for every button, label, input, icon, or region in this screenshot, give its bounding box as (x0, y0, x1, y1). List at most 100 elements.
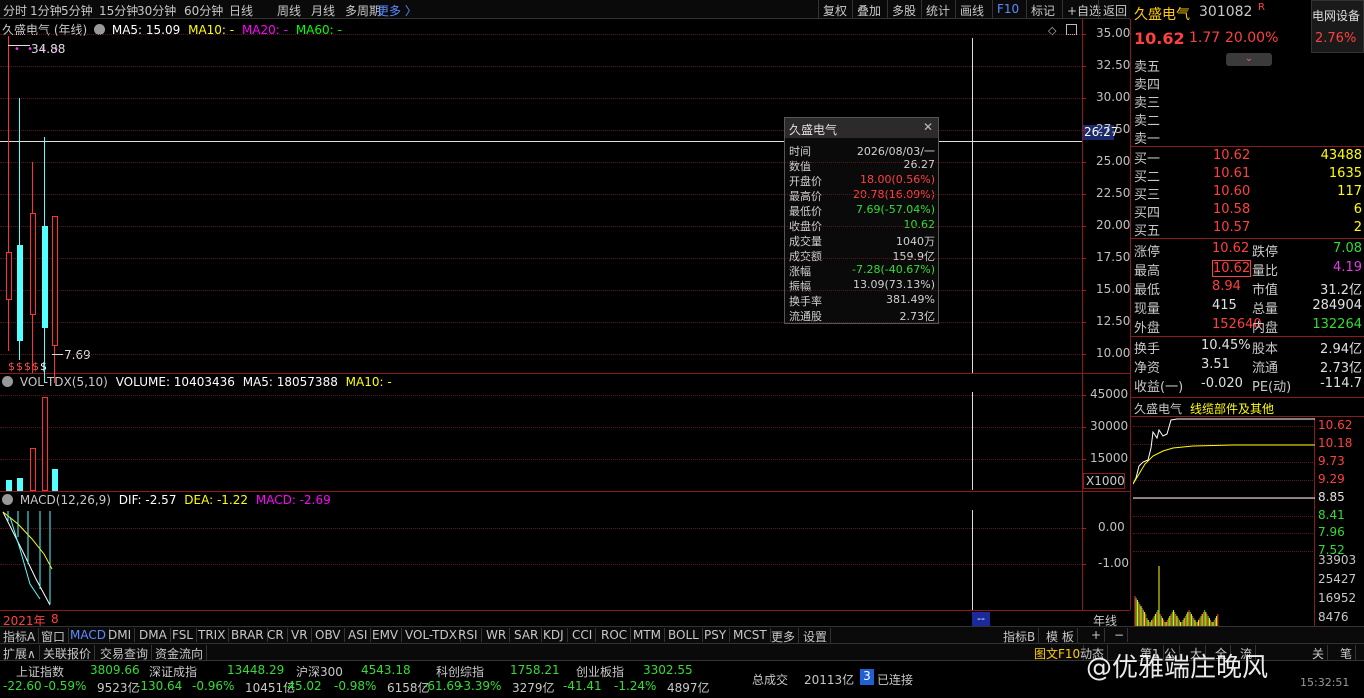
indicator-tab-obv[interactable]: OBV (315, 628, 345, 642)
price-gridline (0, 321, 1082, 323)
tooltip-title: 久盛电气 (785, 118, 938, 138)
tooltip-key: 成交额 (789, 250, 822, 263)
period-tab[interactable]: 多周期 (345, 2, 381, 19)
toolbar-button[interactable]: 标记 (1026, 0, 1059, 19)
price-axis-label: 12.50 (1096, 313, 1131, 328)
period-tab[interactable]: 60分钟 (184, 2, 223, 19)
settings-circle-icon[interactable] (2, 376, 13, 387)
indicator-tab-asi[interactable]: ASI (348, 628, 372, 642)
indicator-tab-mtm[interactable]: MTM (633, 628, 666, 642)
mini-chart-tab[interactable]: 线缆部件及其他 (1190, 400, 1274, 417)
toolbar-button[interactable]: 复权 (818, 0, 851, 19)
toolbar-button[interactable]: 叠加 (852, 0, 885, 19)
sector-pct: 2.76% (1315, 31, 1357, 46)
macd-tick (1082, 528, 1086, 530)
candle-body[interactable] (52, 216, 58, 346)
indicator-tab-wr[interactable]: WR (486, 628, 511, 642)
indicator-tab-kdj[interactable]: KDJ (543, 628, 568, 642)
period-tab[interactable]: 更多 〉 (377, 2, 417, 19)
indicator-tab-cr[interactable]: CR (267, 628, 288, 642)
index-value: 4543.18 (361, 663, 411, 677)
volume-bar[interactable] (17, 478, 23, 491)
price-gridline (0, 162, 1082, 164)
index-quote[interactable]: 科创综指 1758.21 -61.69 -3.39% 3279亿 (423, 661, 560, 698)
indicator-tab-roc[interactable]: ROC (601, 628, 632, 642)
volume-bar[interactable] (52, 468, 58, 491)
candle-body[interactable] (6, 251, 12, 301)
period-tab[interactable]: 15分钟 (99, 2, 138, 19)
price-axis-label: 22.50 (1096, 186, 1131, 201)
macd-legend: MACD(12,26,9) DIF: -2.57 DEA: -1.22 MACD… (2, 493, 331, 507)
index-quote[interactable]: 上证指数 3809.66 -22.60 -0.59% 9523亿 (3, 661, 140, 698)
settings-circle-icon[interactable] (2, 494, 13, 505)
clock: 15:32:51 (1300, 676, 1350, 689)
indicator-tab-rsi[interactable]: RSI (458, 628, 482, 642)
indicator-tab-fsl[interactable]: FSL (172, 628, 197, 642)
period-tab[interactable]: 1分钟 (30, 2, 62, 19)
price-gridline (0, 353, 1082, 355)
price-gridline (0, 226, 1082, 228)
indicator-tab-macd[interactable]: MACD (70, 628, 110, 642)
bid-price: 10.61 (1213, 166, 1251, 181)
indicator-tab-mcst[interactable]: MCST (733, 628, 771, 642)
period-tab[interactable]: 5分钟 (61, 2, 93, 19)
toolbar-button[interactable]: 多股 (887, 0, 920, 19)
tooltip-key: 数值 (789, 160, 811, 173)
sector-name[interactable]: 电网设备 (1312, 7, 1360, 24)
indicator-tab-emv[interactable]: EMV (372, 628, 403, 642)
volume-bar[interactable] (42, 397, 48, 491)
tooltip-key: 时间 (789, 145, 811, 158)
stat-label: 现量 (1134, 302, 1161, 317)
volume-bar[interactable] (30, 448, 36, 491)
index-quote[interactable]: 沪深300 4543.18 -45.02 -0.98% 6158亿 (283, 661, 430, 698)
macd-pane[interactable] (0, 509, 1082, 610)
bid-price: 10.58 (1213, 202, 1251, 217)
indicator-tab-brar[interactable]: BRAR (231, 628, 268, 642)
mini-price-line (1133, 418, 1315, 485)
fin-label: 净资 (1134, 361, 1161, 376)
indicator-tab-sar[interactable]: SAR (514, 628, 543, 642)
indicator-right-button[interactable]: − (1114, 628, 1129, 642)
candle-body[interactable] (17, 245, 23, 342)
period-tab[interactable]: 日线 (229, 2, 253, 19)
macd-macd-value: MACD: -2.69 (255, 493, 331, 507)
indicator-tab-trix[interactable]: TRIX (198, 628, 230, 642)
volume-bar[interactable] (6, 480, 12, 491)
toolbar-button[interactable]: 画线 (955, 0, 988, 19)
close-icon[interactable]: ✕ (923, 120, 933, 134)
volume-pane[interactable] (0, 391, 1082, 491)
stat-value: 10.62 (1212, 260, 1252, 277)
indicator-right-button[interactable]: + (1091, 628, 1106, 642)
bid-level-label: 买五 (1134, 224, 1161, 239)
period-tab[interactable]: 月线 (311, 2, 335, 19)
volume-axis-label: 30000 (1090, 419, 1129, 434)
mini-header-divider (1131, 416, 1364, 417)
period-tab[interactable]: 周线 (277, 2, 301, 19)
candle-body[interactable] (42, 226, 48, 329)
price-gridline (0, 130, 1082, 132)
toolbar-button[interactable]: 返回 (1098, 0, 1131, 19)
indicator-tab-dmi[interactable]: DMI (108, 628, 136, 642)
connection-status[interactable]: 已连接 (877, 671, 913, 688)
index-quote[interactable]: 创业板指 3302.55 -41.41 -1.24% 4897亿 (563, 661, 710, 698)
indicator-tab-vol-tdx[interactable]: VOL-TDX (405, 628, 461, 642)
indicator-tab-psy[interactable]: PSY (704, 628, 731, 642)
period-tab[interactable]: 分时 (3, 2, 27, 19)
x-axis-cursor: -- (972, 612, 990, 626)
stock-terminal-window: { "period_tabs": ["分时","1分钟","5分钟","15分钟… (0, 0, 1364, 698)
macd-indicator-name: MACD(12,26,9) (19, 493, 111, 507)
price-tick (1082, 130, 1086, 132)
indicator-tab-dma[interactable]: DMA (139, 628, 171, 642)
index-quote[interactable]: 深证成指 13448.29 -130.64 -0.96% 10451亿 (136, 661, 295, 698)
collapse-chevron-icon[interactable]: ⌄ (1226, 53, 1272, 66)
candle-body[interactable] (30, 213, 36, 316)
toolbar-button[interactable]: 统计 (921, 0, 954, 19)
indicator-tab-vr[interactable]: VR (291, 628, 312, 642)
period-tab[interactable]: 30分钟 (137, 2, 176, 19)
indicator-tab-cci[interactable]: CCI (572, 628, 597, 642)
toolbar-button[interactable]: F10 (992, 0, 1023, 19)
indicator-tab-boll[interactable]: BOLL (668, 628, 703, 642)
price-tick (1082, 289, 1086, 291)
price-axis-label: 35.00 (1096, 26, 1131, 41)
mini-price-label: 9.29 (1318, 471, 1345, 486)
